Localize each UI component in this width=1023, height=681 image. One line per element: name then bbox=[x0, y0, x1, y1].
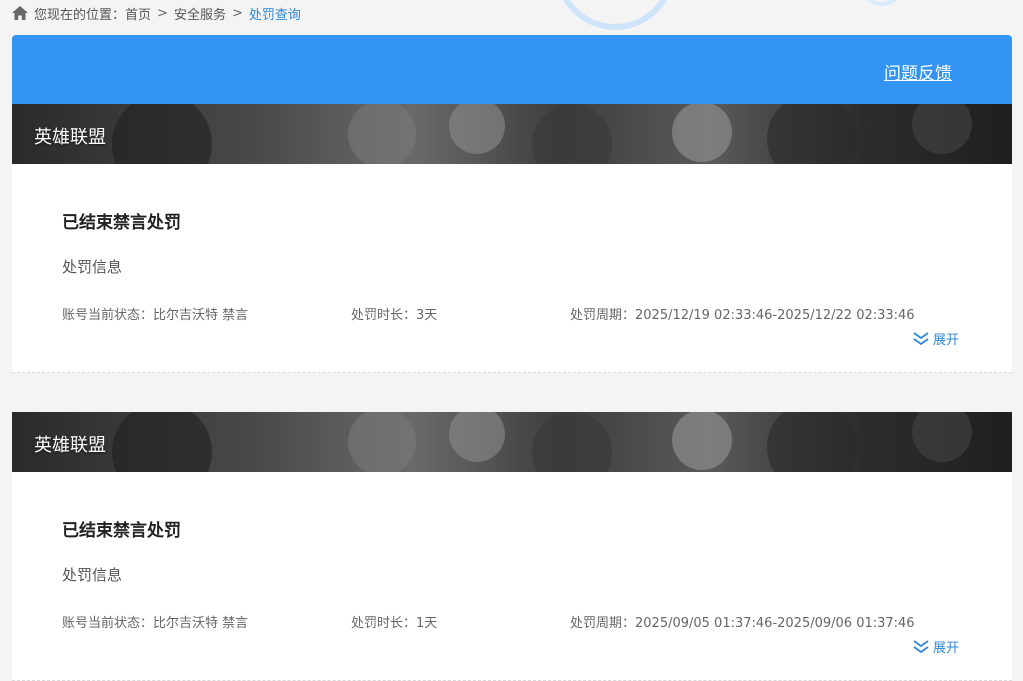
penalty-duration: 处罚时长：3天 bbox=[351, 308, 438, 323]
double-chevron-down-icon bbox=[913, 331, 929, 345]
game-title: 英雄联盟 bbox=[34, 435, 106, 456]
game-banner: 英雄联盟 bbox=[12, 104, 1012, 164]
breadcrumb: 您现在的位置： 首页 > 安全服务 > 处罚查询 bbox=[12, 0, 301, 26]
game-banner: 英雄联盟 bbox=[12, 412, 1012, 472]
expand-label: 展开 bbox=[933, 333, 960, 348]
feedback-link[interactable]: 问题反馈 bbox=[884, 59, 952, 84]
banner-artwork bbox=[112, 104, 972, 164]
breadcrumb-home[interactable]: 首页 bbox=[125, 4, 151, 23]
decorative-ring bbox=[555, 0, 675, 30]
penalty-period: 处罚周期：2025/12/19 02:33:46-2025/12/22 02:3… bbox=[570, 308, 915, 323]
penalty-status: 已结束禁言处罚 bbox=[62, 521, 181, 541]
breadcrumb-security-service[interactable]: 安全服务 bbox=[174, 4, 226, 23]
home-icon[interactable] bbox=[12, 6, 28, 20]
double-chevron-down-icon bbox=[913, 639, 929, 653]
breadcrumb-separator: > bbox=[157, 5, 168, 21]
penalty-duration: 处罚时长：1天 bbox=[351, 616, 438, 631]
account-status: 账号当前状态：比尔吉沃特 禁言 bbox=[62, 308, 249, 323]
breadcrumb-prefix: 您现在的位置： bbox=[34, 7, 126, 23]
penalty-info-label: 处罚信息 bbox=[62, 566, 123, 584]
breadcrumb-separator: > bbox=[231, 5, 243, 21]
penalty-card: 已结束禁言处罚 处罚信息 账号当前状态：比尔吉沃特 禁言 处罚时长：3天 处罚周… bbox=[12, 164, 1012, 373]
banner-artwork bbox=[112, 412, 972, 472]
penalty-info-label: 处罚信息 bbox=[62, 258, 123, 276]
expand-label: 展开 bbox=[933, 641, 960, 656]
breadcrumb-penalty-query: 处罚查询 bbox=[248, 7, 301, 23]
decorative-ring-small bbox=[862, 0, 902, 6]
penalty-record: 英雄联盟 已结束禁言处罚 处罚信息 账号当前状态：比尔吉沃特 禁言 处罚时长：1… bbox=[12, 412, 1012, 681]
expand-button[interactable]: 展开 bbox=[912, 329, 959, 348]
expand-button[interactable]: 展开 bbox=[912, 637, 959, 656]
penalty-status: 已结束禁言处罚 bbox=[62, 213, 181, 233]
penalty-record: 英雄联盟 已结束禁言处罚 处罚信息 账号当前状态：比尔吉沃特 禁言 处罚时长：3… bbox=[12, 104, 1012, 373]
account-status: 账号当前状态：比尔吉沃特 禁言 bbox=[62, 616, 249, 631]
game-title: 英雄联盟 bbox=[34, 127, 106, 148]
penalty-period: 处罚周期：2025/09/05 01:37:46-2025/09/06 01:3… bbox=[570, 616, 915, 631]
penalty-card: 已结束禁言处罚 处罚信息 账号当前状态：比尔吉沃特 禁言 处罚时长：1天 处罚周… bbox=[12, 472, 1012, 681]
page-header: 问题反馈 bbox=[12, 35, 1012, 104]
